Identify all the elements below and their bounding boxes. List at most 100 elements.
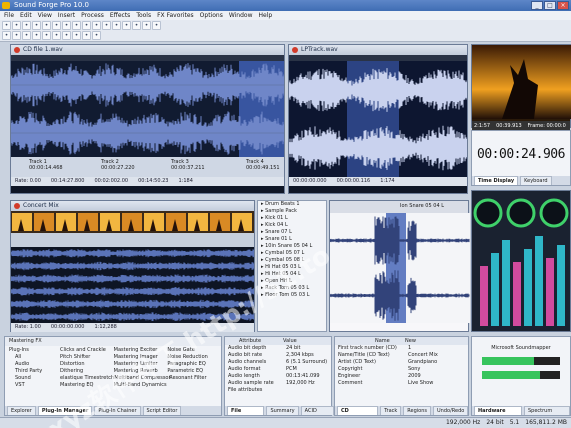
property-row[interactable]: Audio format PCM <box>225 366 331 373</box>
property-row[interactable]: Audio channels 6 (5.1 Surround) <box>225 359 331 366</box>
cdinfo-row[interactable]: Artist (CD Text) Grandpiano <box>335 359 468 366</box>
tree-item[interactable]: Plug-Ins <box>7 347 53 354</box>
hardware-meters-panel[interactable]: Microsoft Soundmapper Hardware Meters Sp… <box>471 336 571 423</box>
track-4-marker[interactable]: Track 4 00:00:49.151 <box>246 159 280 171</box>
tab-undo-redo-history[interactable]: Undo/Redo History <box>433 406 469 423</box>
save-icon[interactable]: • <box>22 21 31 30</box>
cd-waveform[interactable] <box>11 61 284 157</box>
tab-cd-information[interactable]: CD Information <box>337 406 379 423</box>
track-3-marker[interactable]: Track 3 00:00:37.211 <box>171 159 205 171</box>
plugin-item[interactable]: Pitch Shifter <box>60 354 114 361</box>
copy-icon[interactable]: • <box>42 21 51 30</box>
tab-keyboard[interactable]: Keyboard <box>520 176 552 185</box>
explorer-tree[interactable]: Plug-Ins All Audio Third Party Sound VST <box>7 347 53 389</box>
tab-time-display[interactable]: Time Display <box>474 176 519 185</box>
lptrack-window[interactable]: LPTrack.wav 00:00:00.000 00:00:00.116 1:… <box>288 44 468 194</box>
tab-acid-properties[interactable]: ACID Properties <box>300 406 334 423</box>
property-row[interactable]: Audio bit rate 2,304 kbps <box>225 352 331 359</box>
marker-icon[interactable]: • <box>142 21 151 30</box>
undo-icon[interactable]: • <box>62 21 71 30</box>
property-row[interactable]: Audio length 00:13:41.099 <box>225 373 331 380</box>
envelope-icon[interactable]: • <box>132 21 141 30</box>
file-properties-panel[interactable]: Attribute Value Audio bit depth 24 bit Aud… <box>224 336 334 423</box>
plugin-item[interactable] <box>167 382 221 389</box>
tree-item[interactable]: VST <box>7 382 53 389</box>
menu-effects[interactable]: Effects <box>110 11 130 20</box>
property-row[interactable]: File attributes <box>225 387 331 394</box>
track-2-marker[interactable]: Track 2 00:00:27.220 <box>101 159 135 171</box>
snap-icon[interactable]: • <box>72 31 81 40</box>
drum-list-item[interactable]: ▸ Kick 01 L <box>258 215 326 222</box>
plugin-item[interactable]: Resonant Filter <box>169 375 221 382</box>
lptrack-waveform[interactable] <box>289 61 467 177</box>
loop-icon[interactable]: • <box>2 31 11 40</box>
tab-explorer[interactable]: Explorer <box>7 406 36 415</box>
property-row[interactable]: Audio bit depth 24 bit <box>225 345 331 352</box>
stop-icon[interactable]: • <box>92 21 101 30</box>
menu-view[interactable]: View <box>38 11 52 20</box>
cdinfo-row[interactable]: Name/Title (CD Text) Concert Mix <box>335 352 468 359</box>
drum-list-item[interactable]: ▸ Sample Pack <box>258 208 326 215</box>
fade-in-icon[interactable]: • <box>22 31 31 40</box>
close-button[interactable]: × <box>557 1 569 10</box>
zoom-icon[interactable]: • <box>112 21 121 30</box>
cut-icon[interactable]: • <box>32 21 41 30</box>
tab-script-editor[interactable]: Script Editor <box>142 406 182 415</box>
cdinfo-row[interactable]: Copyright Sony <box>335 366 468 373</box>
tree-item[interactable]: Sound <box>7 375 53 382</box>
mix-icon[interactable]: • <box>52 31 61 40</box>
record-icon[interactable]: • <box>102 21 111 30</box>
plugin-item[interactable]: Distortion <box>60 361 114 368</box>
reverse-icon[interactable]: • <box>42 31 51 40</box>
properties-table[interactable]: Audio bit depth 24 bit Audio bit rate 2,304… <box>225 345 331 394</box>
menu-tools[interactable]: Tools <box>136 11 151 20</box>
video-strip[interactable] <box>11 211 254 233</box>
cd-file-window[interactable]: CD file 1.wav Track 1 00:00:14.468 Track … <box>10 44 285 194</box>
tree-item[interactable]: Audio <box>7 361 53 368</box>
tab-regions-list[interactable]: Regions List <box>403 406 432 423</box>
menu-fx-favorites[interactable]: FX Favorites <box>157 11 194 20</box>
playlist-icon[interactable]: • <box>92 31 101 40</box>
cdinfo-row[interactable]: Comment Live Show <box>335 380 468 387</box>
menu-insert[interactable]: Insert <box>58 11 75 20</box>
cd-track-regions[interactable]: Track 1 00:00:14.468 Track 2 00:00:27.220 … <box>11 157 284 177</box>
menu-options[interactable]: Options <box>200 11 223 20</box>
open-icon[interactable]: • <box>12 21 21 30</box>
cdinfo-table[interactable]: First track number (CD) 1 Name/Title (CD T… <box>335 345 468 387</box>
new-icon[interactable]: • <box>2 21 11 30</box>
menu-file[interactable]: File <box>4 11 14 20</box>
menu-window[interactable]: Window <box>229 11 253 20</box>
normalize-icon[interactable]: • <box>12 31 21 40</box>
property-row[interactable]: Audio sample rate 192,000 Hz <box>225 380 331 387</box>
cdinfo-row[interactable]: Engineer 2009 <box>335 373 468 380</box>
tab-summary[interactable]: Summary <box>266 406 299 415</box>
tree-item[interactable]: Third Party <box>7 368 53 375</box>
tab-hardware-meters[interactable]: Hardware Meters <box>474 406 522 423</box>
menu-edit[interactable]: Edit <box>20 11 32 20</box>
plugin-item[interactable]: Clicks and Crackle <box>60 347 114 354</box>
drum-list-item[interactable]: ▸ Kick 04 L <box>258 222 326 229</box>
drum-markers[interactable]: Ion Snare 05 04 L <box>330 201 468 213</box>
tab-track-list[interactable]: Track List <box>380 406 402 423</box>
tree-item[interactable]: All <box>7 354 53 361</box>
track-1-marker[interactable]: Track 1 00:00:14.468 <box>29 159 63 171</box>
cdinfo-row[interactable]: First track number (CD) 1 <box>335 345 468 352</box>
marker-bar[interactable] <box>11 233 254 247</box>
cd-information-panel[interactable]: Name New First track number (CD) 1 Name/Ti… <box>334 336 469 423</box>
drum-list-item[interactable]: ▸ Drum Beats 1 <box>258 201 326 208</box>
region-icon[interactable]: • <box>152 21 161 30</box>
play-icon[interactable]: • <box>82 21 91 30</box>
menu-help[interactable]: Help <box>259 11 273 20</box>
tab-file-properties[interactable]: File Properties <box>227 406 265 423</box>
minimize-button[interactable]: _ <box>531 1 543 10</box>
crop-icon[interactable]: • <box>62 31 71 40</box>
drum-sample-window[interactable]: Ion Snare 05 04 L <box>329 200 470 332</box>
menu-process[interactable]: Process <box>81 11 104 20</box>
fade-out-icon[interactable]: • <box>32 31 41 40</box>
tab-spectrum-analysis[interactable]: Spectrum Analysis <box>523 406 570 423</box>
pencil-icon[interactable]: • <box>122 21 131 30</box>
paste-icon[interactable]: • <box>52 21 61 30</box>
grid-icon[interactable]: • <box>82 31 91 40</box>
redo-icon[interactable]: • <box>72 21 81 30</box>
maximize-button[interactable]: □ <box>544 1 556 10</box>
